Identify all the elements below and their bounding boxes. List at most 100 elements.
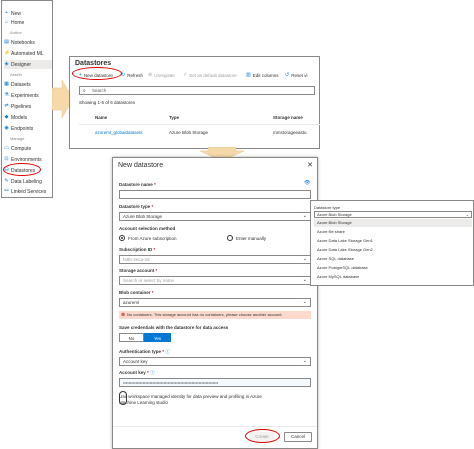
save-credentials-no[interactable]: No bbox=[119, 333, 144, 342]
required-marker: * bbox=[151, 290, 154, 295]
dropdown-option[interactable]: Azure Data Lake Storage Gen1 bbox=[314, 237, 472, 245]
nav-notebooks[interactable]: ▤ Notebooks bbox=[4, 38, 35, 47]
designer-icon: ◈ bbox=[4, 61, 9, 67]
compute-icon: ▭ bbox=[4, 145, 9, 151]
eye-icon[interactable]: 👁 bbox=[304, 180, 310, 186]
nav-new[interactable]: + New bbox=[4, 9, 21, 18]
from-subscription-radio[interactable]: From Azure subscription bbox=[119, 235, 177, 241]
label-text: Datastore type bbox=[119, 204, 151, 209]
nav-label: Experiments bbox=[11, 92, 39, 99]
nav-data-labeling[interactable]: ✎ Data Labeling bbox=[4, 177, 42, 186]
error-icon: ⊗ bbox=[121, 312, 126, 318]
nav-label: Compute bbox=[11, 145, 32, 152]
label-text: Subscription ID bbox=[119, 247, 153, 252]
label-text: Account key bbox=[119, 370, 146, 375]
datastores-count: Showing 1-6 of 6 datastores bbox=[79, 100, 136, 105]
label-text: Datastore name bbox=[119, 182, 153, 187]
unlink-icon: ⊘ bbox=[148, 72, 153, 78]
select-value: fa9b-4eca-2d bbox=[123, 257, 150, 262]
experiments-icon: ⚗ bbox=[4, 92, 9, 98]
header-divider bbox=[79, 124, 320, 125]
radio-label: From Azure subscription bbox=[128, 235, 177, 241]
no-containers-warning: ⊗ No containers. This storage account has… bbox=[119, 311, 311, 319]
datastore-type-dropdown: Datastore type Azure Blob Storage ⌄ Azure… bbox=[310, 200, 474, 286]
button-label: Unregister bbox=[154, 72, 175, 78]
highlight-create-oval bbox=[245, 429, 280, 443]
highlight-new-datastore-oval bbox=[72, 67, 122, 80]
set-default-button[interactable]: ✓ Set as default datastore bbox=[183, 72, 237, 78]
dropdown-label: Datastore type bbox=[314, 205, 341, 210]
chevron-down-icon: ⌄ bbox=[302, 299, 307, 305]
endpoints-icon: ◉ bbox=[4, 125, 9, 131]
reset-icon: ↺ bbox=[285, 72, 290, 78]
subscription-select[interactable]: fa9b-4eca-2d ⌄ bbox=[119, 255, 311, 264]
select-value: Account key bbox=[123, 359, 148, 364]
required-marker: * bbox=[155, 268, 158, 273]
info-icon[interactable]: ⓘ bbox=[150, 370, 155, 375]
button-label: Reset vi bbox=[291, 72, 308, 78]
enter-manually-radio[interactable]: Enter manually bbox=[227, 235, 266, 241]
column-header-type[interactable]: Type bbox=[169, 115, 179, 120]
cancel-button[interactable]: Cancel bbox=[284, 432, 312, 442]
datastore-type-select[interactable]: Azure Blob Storage ⌄ bbox=[119, 212, 311, 221]
auth-type-select[interactable]: Account key ⌄ bbox=[119, 357, 311, 366]
nav-label: Automated ML bbox=[11, 50, 44, 57]
datastore-type-label: Datastore type * bbox=[119, 204, 153, 209]
storage-account-select[interactable]: Search or select by name ⌄ bbox=[119, 276, 311, 285]
blob-container-select[interactable]: azureml ⌄ bbox=[119, 298, 311, 307]
nav-datasets[interactable]: ▦ Datasets bbox=[4, 80, 31, 89]
home-icon: ⌂ bbox=[4, 19, 9, 25]
datastore-type-cell: Azure Blob Storage bbox=[169, 130, 209, 135]
highlight-datastores-oval bbox=[3, 163, 41, 176]
info-icon[interactable]: ⓘ bbox=[165, 349, 170, 354]
close-icon[interactable]: ✕ bbox=[307, 161, 313, 169]
notebook-icon: ▤ bbox=[4, 39, 9, 45]
datastores-search-input[interactable]: ⌕ Search bbox=[79, 86, 315, 95]
reset-view-button[interactable]: ↺ Reset vi bbox=[285, 72, 307, 78]
columns-icon: ▥ bbox=[246, 72, 251, 78]
chevron-down-icon: ⌄ bbox=[302, 213, 307, 219]
plus-icon: + bbox=[5, 10, 8, 16]
nav-designer[interactable]: ◈ Designer bbox=[4, 60, 52, 69]
nav-automl[interactable]: ⚡ Automated ML bbox=[4, 49, 44, 58]
account-key-input[interactable]: ••••••••••••••••••••••••••••••••••••••••… bbox=[119, 378, 311, 387]
required-marker: * bbox=[151, 204, 154, 209]
nav-label: Data Labeling bbox=[11, 178, 42, 185]
dropdown-option[interactable]: Azure MySQL database bbox=[314, 273, 472, 281]
dropdown-option[interactable]: Azure file share bbox=[314, 228, 472, 236]
column-header-name[interactable]: Name bbox=[95, 115, 107, 120]
nav-section-manage: Manage bbox=[10, 136, 25, 141]
nav-home[interactable]: ⌂ Home bbox=[4, 18, 24, 27]
subscription-label: Subscription ID * bbox=[119, 247, 155, 252]
chevron-down-icon: ⌄ bbox=[465, 212, 469, 217]
search-placeholder: Search bbox=[92, 88, 107, 93]
linked-services-icon: ⚯ bbox=[4, 188, 9, 194]
save-credentials-yes[interactable]: Yes bbox=[144, 333, 171, 342]
check-icon: ✓ bbox=[183, 72, 188, 78]
nav-label: Linked Services bbox=[11, 188, 47, 195]
required-marker: * bbox=[153, 247, 156, 252]
labeling-icon: ✎ bbox=[4, 178, 9, 184]
nav-endpoints[interactable]: ◉ Endpoints bbox=[4, 124, 33, 133]
datastore-name-link[interactable]: azureml_globaldatasets bbox=[95, 130, 143, 135]
nav-label: Pipelines bbox=[11, 103, 32, 110]
nav-linked-services[interactable]: ⚯ Linked Services bbox=[4, 187, 46, 196]
dropdown-select[interactable]: Azure Blob Storage ⌄ bbox=[314, 211, 472, 218]
identity-text: Use workspace managed identity for data … bbox=[119, 394, 262, 405]
required-marker: * bbox=[162, 349, 165, 354]
radio-label: Enter manually bbox=[236, 235, 267, 241]
nav-models[interactable]: ◆ Models bbox=[4, 113, 28, 122]
dropdown-option[interactable]: Azure PostgreSQL database bbox=[314, 264, 472, 272]
unregister-button[interactable]: ⊘ Unregister bbox=[148, 72, 175, 78]
datastore-name-input[interactable] bbox=[119, 190, 311, 199]
nav-compute[interactable]: ▭ Compute bbox=[4, 144, 31, 153]
dropdown-option[interactable]: Azure Data Lake Storage Gen2 bbox=[314, 246, 472, 254]
dropdown-option[interactable]: Azure Blob Storage bbox=[314, 219, 472, 227]
nav-experiments[interactable]: ⚗ Experiments bbox=[4, 91, 39, 100]
dropdown-option[interactable]: Azure SQL database bbox=[314, 255, 472, 263]
column-header-storage[interactable]: Storage name bbox=[273, 115, 303, 120]
nav-label: Datasets bbox=[11, 81, 31, 88]
edit-columns-button[interactable]: ▥ Edit columns bbox=[246, 72, 279, 78]
refresh-button[interactable]: ↻ Refresh bbox=[121, 72, 143, 78]
nav-pipelines[interactable]: ⇌ Pipelines bbox=[4, 102, 31, 111]
